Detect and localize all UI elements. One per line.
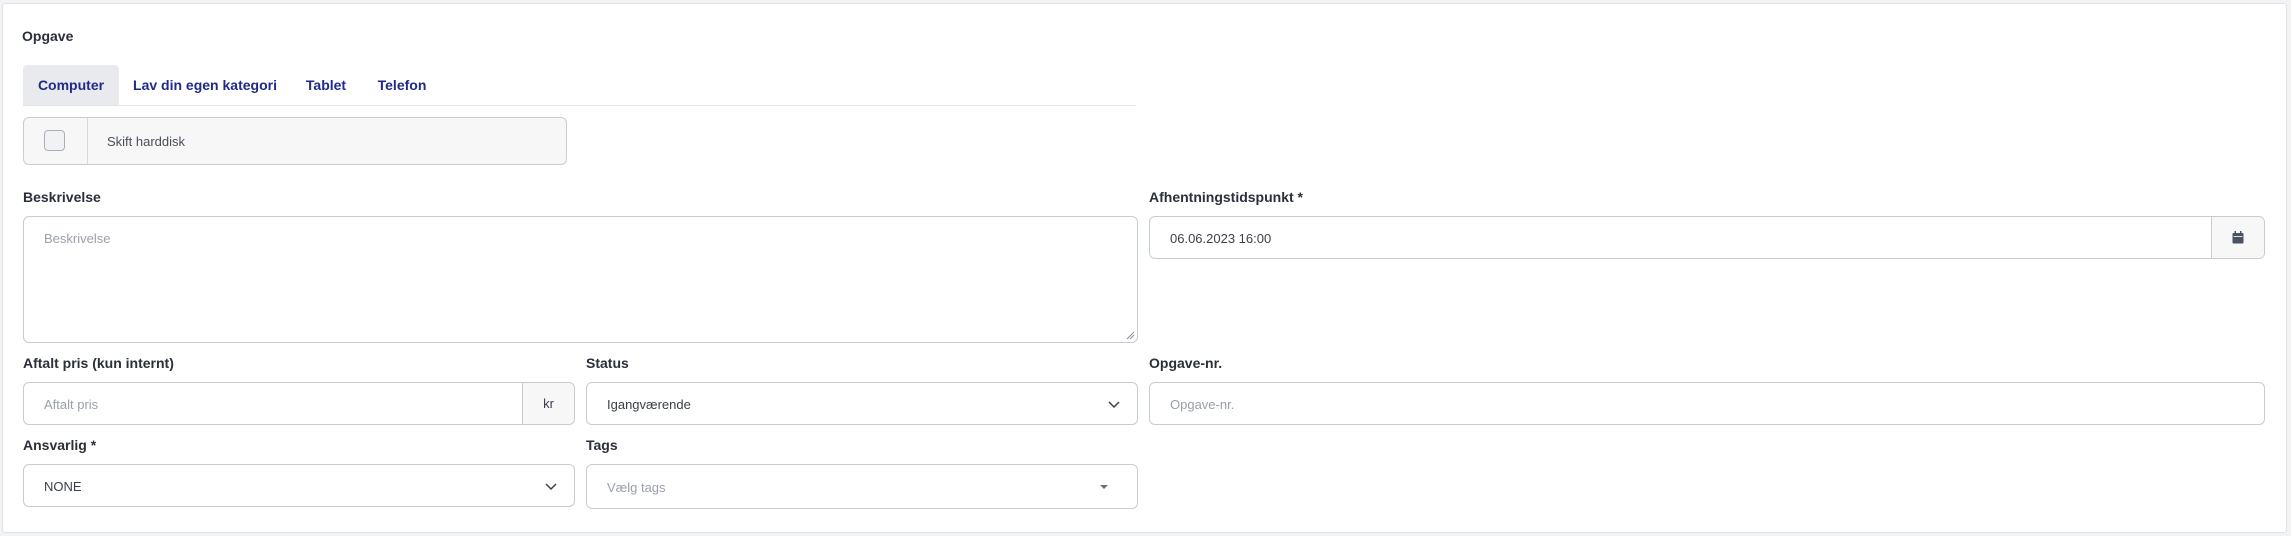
currency-addon: kr <box>522 383 574 424</box>
calendar-button[interactable] <box>2211 217 2264 258</box>
tab-telefon[interactable]: Telefon <box>361 65 443 105</box>
tags-placeholder: Vælg tags <box>607 480 666 495</box>
service-option[interactable]: Skift harddisk <box>23 117 567 165</box>
status-label: Status <box>586 355 629 371</box>
price-placeholder: Aftalt pris <box>44 397 99 412</box>
pickup-label-text: Afhentningstidspunkt <box>1149 189 1294 205</box>
responsible-label: Ansvarlig * <box>23 437 96 453</box>
tab-tablet[interactable]: Tablet <box>291 65 361 105</box>
tab-computer[interactable]: Computer <box>23 65 119 105</box>
calendar-icon <box>2232 231 2244 244</box>
status-select[interactable]: Igangværende <box>586 382 1138 425</box>
status-value: Igangværende <box>607 397 691 412</box>
description-placeholder: Beskrivelse <box>44 231 111 246</box>
section-title: Opgave <box>22 28 74 44</box>
responsible-label-text: Ansvarlig <box>23 437 87 453</box>
tags-label: Tags <box>586 437 618 453</box>
category-tabs: Computer Lav din egen kategori Tablet Te… <box>23 65 1135 106</box>
responsible-value: NONE <box>44 479 82 494</box>
responsible-select[interactable]: NONE <box>23 464 575 507</box>
chevron-down-icon <box>545 483 557 491</box>
price-input[interactable]: Aftalt pris kr <box>23 382 575 425</box>
task-number-label: Opgave-nr. <box>1149 355 1223 371</box>
service-label: Skift harddisk <box>107 134 186 149</box>
pickup-value: 06.06.2023 16:00 <box>1170 231 1272 246</box>
caret-down-icon <box>1100 485 1108 489</box>
task-number-input[interactable]: Opgave-nr. <box>1149 382 2265 425</box>
pickup-datetime-input[interactable]: 06.06.2023 16:00 <box>1149 216 2265 259</box>
tags-select[interactable]: Vælg tags <box>586 464 1138 509</box>
required-mark: * <box>90 437 97 453</box>
description-textarea[interactable]: Beskrivelse <box>23 216 1138 343</box>
task-number-placeholder: Opgave-nr. <box>1170 397 1235 412</box>
service-checkbox[interactable] <box>44 130 65 151</box>
resize-grip-icon[interactable] <box>1126 331 1135 340</box>
description-label: Beskrivelse <box>23 189 101 205</box>
chevron-down-icon <box>1108 401 1120 409</box>
price-label: Aftalt pris (kun internt) <box>23 355 174 371</box>
required-mark: * <box>1297 189 1303 205</box>
pickup-label: Afhentningstidspunkt * <box>1149 189 1303 205</box>
checkbox-cell <box>24 118 88 164</box>
tab-custom-category[interactable]: Lav din egen kategori <box>119 65 291 105</box>
